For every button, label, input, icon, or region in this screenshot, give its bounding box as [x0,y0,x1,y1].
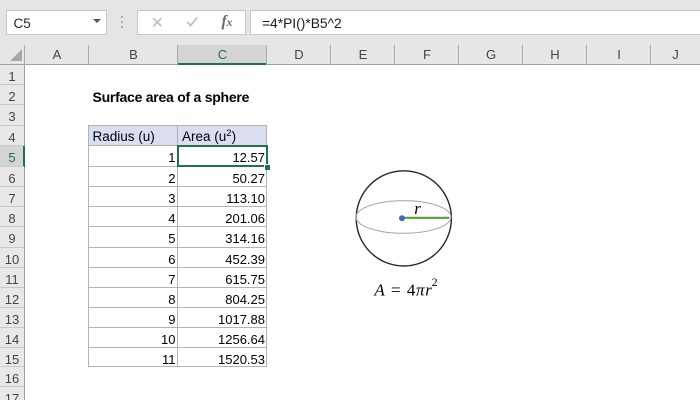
svg-text:r: r [414,199,421,218]
